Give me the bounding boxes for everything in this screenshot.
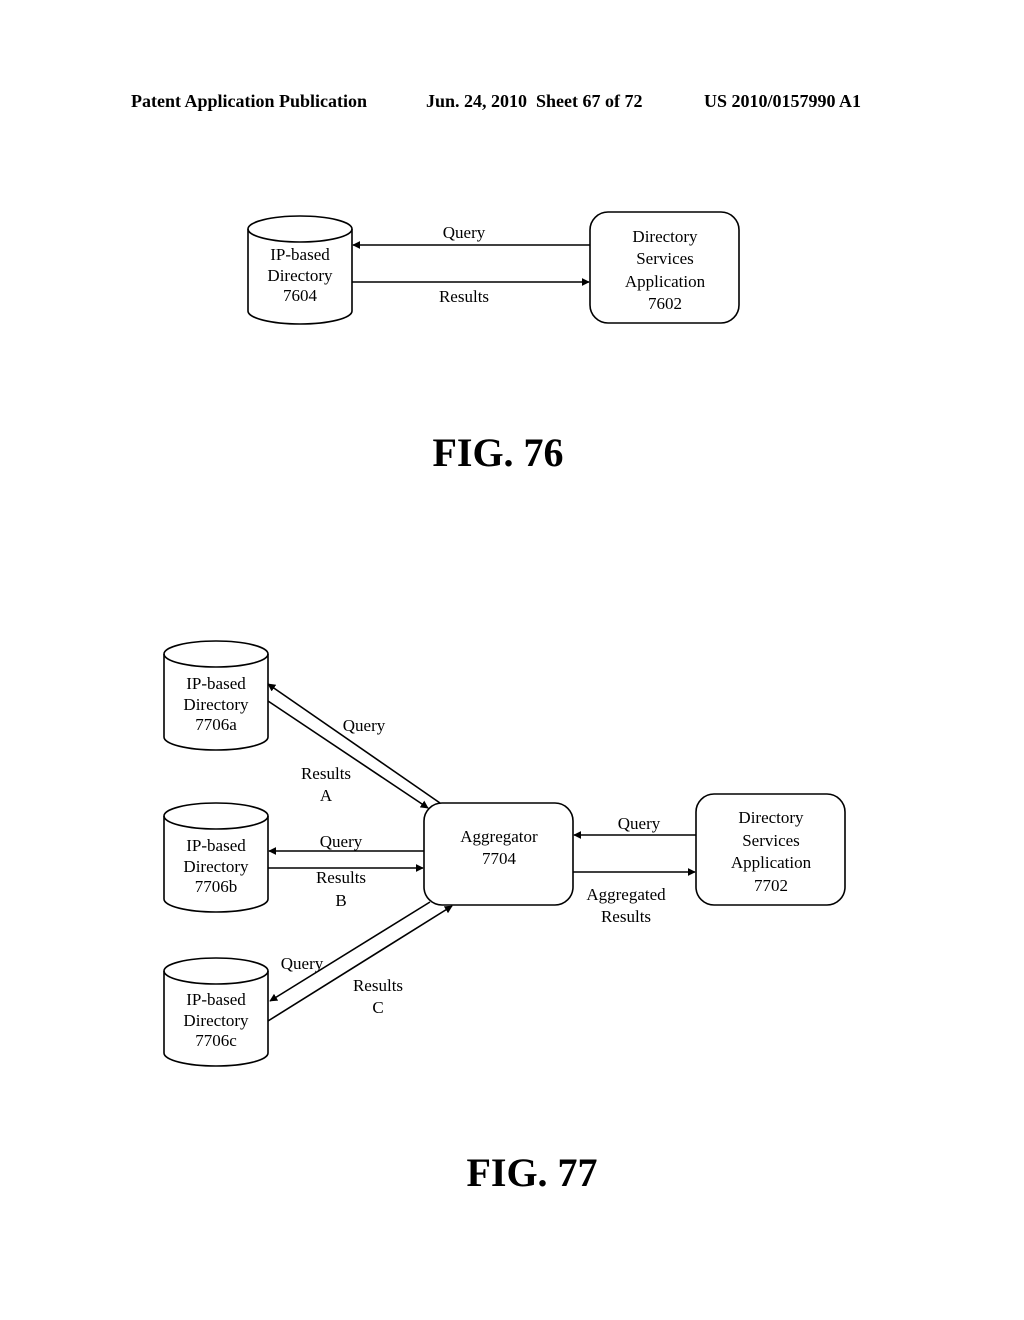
directory-label-line1: IP-based: [270, 245, 330, 264]
figure-77: IP-based Directory 7706a IP-based Direct…: [163, 640, 846, 1195]
directory-a-line2: Directory: [183, 695, 249, 714]
results-a-label-line1: Results: [301, 764, 351, 783]
directory-label-line2: Directory: [267, 266, 333, 285]
app-label-line2: Services: [636, 249, 694, 268]
patent-page: Patent Application Publication Jun. 24, …: [131, 91, 861, 1195]
directory-a-line3: 7706a: [195, 715, 237, 734]
directory-c-line3: 7706c: [195, 1031, 237, 1050]
results-b-label-line1: Results: [316, 868, 366, 887]
app2-line2: Services: [742, 831, 800, 850]
aggregated-results-line1: Aggregated: [586, 885, 666, 904]
figure-caption-77: FIG. 77: [466, 1150, 597, 1195]
app2-line4: 7702: [754, 876, 788, 895]
ip-directory-7706c: IP-based Directory 7706c: [163, 957, 269, 1067]
aggregator-line2: 7704: [482, 849, 517, 868]
aggregated-results-line2: Results: [601, 907, 651, 926]
patent-number: US 2010/0157990 A1: [704, 91, 861, 111]
date-sheet-label: Jun. 24, 2010 Sheet 67 of 72: [426, 91, 643, 111]
directory-label-line3: 7604: [283, 286, 318, 305]
results-b-label-line2: B: [335, 891, 346, 910]
directory-b-line1: IP-based: [186, 836, 246, 855]
directory-services-app-7602: Directory Services Application 7602: [589, 211, 740, 324]
directory-b-line2: Directory: [183, 857, 249, 876]
directory-b-line3: 7706b: [195, 877, 238, 896]
figure-caption-76: FIG. 76: [432, 430, 563, 475]
query-b-label: Query: [320, 832, 363, 851]
app-label-line3: Application: [625, 272, 706, 291]
directory-c-line1: IP-based: [186, 990, 246, 1009]
ip-directory-7604: IP-based Directory 7604: [247, 215, 353, 325]
page-header: Patent Application Publication Jun. 24, …: [131, 91, 861, 111]
app2-line3: Application: [731, 853, 812, 872]
directory-services-app-7702: Directory Services Application 7702: [695, 793, 846, 906]
aggregator-line1: Aggregator: [460, 827, 538, 846]
query-a-arrow: [267, 683, 441, 804]
query-c-label: Query: [281, 954, 324, 973]
results-a-label-line2: A: [320, 786, 333, 805]
query-label: Query: [443, 223, 486, 242]
directory-a-line1: IP-based: [186, 674, 246, 693]
query-a-label: Query: [343, 716, 386, 735]
query-c-arrow: [269, 901, 431, 1002]
app2-line1: Directory: [738, 808, 804, 827]
ip-directory-7706a: IP-based Directory 7706a: [163, 640, 269, 751]
app-label-line4: 7602: [648, 294, 682, 313]
publication-label: Patent Application Publication: [131, 91, 367, 111]
ip-directory-7706b: IP-based Directory 7706b: [163, 802, 269, 913]
app-label-line1: Directory: [632, 227, 698, 246]
results-c-label-line2: C: [372, 998, 383, 1017]
aggregator-7704: Aggregator 7704: [423, 802, 574, 906]
figure-76: IP-based Directory 7604 Directory Servic…: [247, 211, 740, 475]
results-c-label-line1: Results: [353, 976, 403, 995]
query-app-label: Query: [618, 814, 661, 833]
results-label: Results: [439, 287, 489, 306]
directory-c-line2: Directory: [183, 1011, 249, 1030]
